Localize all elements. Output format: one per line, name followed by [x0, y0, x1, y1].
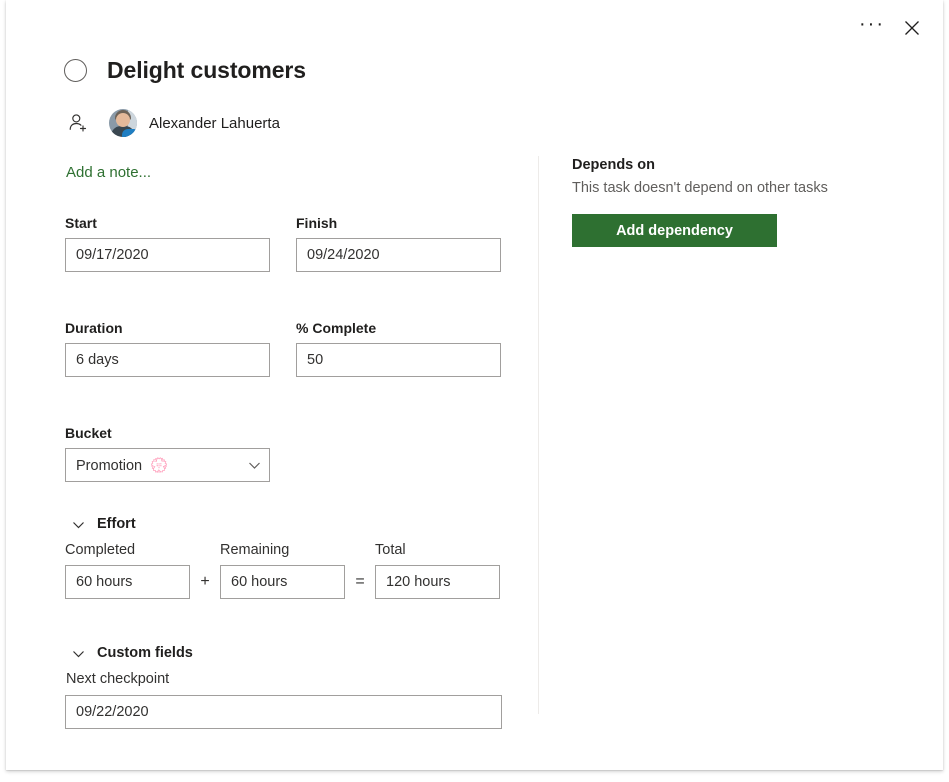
start-input[interactable] [65, 238, 270, 272]
ellipsis-icon: ··· [859, 13, 885, 35]
add-note-field[interactable]: Add a note... [66, 164, 151, 181]
effort-completed-label: Completed [65, 542, 136, 558]
finish-input[interactable] [296, 238, 501, 272]
duration-label: Duration [65, 320, 123, 336]
avatar-photo-face [116, 113, 130, 127]
next-checkpoint-label: Next checkpoint [66, 671, 170, 687]
start-label: Start [65, 215, 97, 231]
assignee-name: Alexander Lahuerta [149, 114, 280, 132]
effort-total-input[interactable] [375, 565, 500, 599]
grid-row-gap-b [270, 272, 296, 320]
percent-complete-label: % Complete [296, 320, 377, 336]
bucket-combobox[interactable] [65, 448, 270, 482]
bucket-label: Bucket [65, 425, 112, 441]
grid-spacer-4 [296, 425, 501, 482]
grid-spacer-3 [270, 425, 296, 482]
task-title-row: Delight customers [64, 57, 306, 84]
column-divider [538, 156, 539, 714]
grid-spacer-1 [270, 215, 296, 272]
effort-fields-row: Completed + Remaining = Total [65, 542, 505, 599]
effort-section-title: Effort [97, 516, 136, 532]
bucket-input[interactable] [65, 448, 270, 482]
grid-row-gap-f [296, 377, 501, 425]
close-button[interactable] [895, 12, 929, 44]
chevron-down-icon [71, 646, 85, 660]
effort-section: Effort Completed + Remaining = Total [65, 516, 505, 599]
grid-row-gap-a [65, 272, 270, 320]
effort-plus-operator: + [200, 573, 210, 590]
depends-on-title: Depends on [572, 157, 655, 173]
custom-field-row: Next checkpoint [65, 671, 505, 729]
close-icon [905, 21, 919, 35]
effort-remaining-group: Remaining [220, 542, 345, 599]
window-command-bar: ··· [855, 12, 929, 44]
grid-row-gap-d [65, 377, 270, 425]
start-field-group: Start [65, 215, 270, 272]
more-options-button[interactable]: ··· [855, 12, 889, 44]
avatar[interactable] [109, 109, 137, 137]
effort-completed-input[interactable] [65, 565, 190, 599]
task-fields-column: Start Finish Duration % Complete [65, 215, 505, 729]
custom-fields-section: Custom fields Next checkpoint [65, 645, 505, 729]
grid-row-gap-e [270, 377, 296, 425]
add-dependency-button[interactable]: Add dependency [572, 214, 777, 247]
task-details-dialog: ··· Delight customers Alexander Lahuerta… [6, 0, 943, 770]
date-fields-grid: Start Finish Duration % Complete [65, 215, 505, 482]
effort-equals-operator: = [355, 573, 365, 590]
next-checkpoint-input[interactable] [65, 695, 502, 729]
grid-spacer-2 [270, 320, 296, 377]
grid-row-gap-c [296, 272, 501, 320]
avatar-photo-shirt [122, 129, 137, 137]
percent-complete-input[interactable] [296, 343, 501, 377]
add-assignee-icon[interactable] [64, 109, 92, 137]
custom-fields-section-title: Custom fields [97, 645, 193, 661]
page-title: Delight customers [107, 57, 306, 83]
mark-complete-checkbox[interactable] [64, 59, 87, 82]
effort-remaining-label: Remaining [220, 542, 290, 558]
duration-input[interactable] [65, 343, 270, 377]
depends-on-panel: Depends on This task doesn't depend on o… [572, 157, 902, 247]
effort-section-header[interactable]: Effort [71, 516, 505, 532]
custom-fields-section-header[interactable]: Custom fields [71, 645, 505, 661]
effort-total-label: Total [375, 542, 406, 558]
finish-label: Finish [296, 215, 338, 231]
percent-complete-field-group: % Complete [296, 320, 501, 377]
duration-field-group: Duration [65, 320, 270, 377]
effort-remaining-input[interactable] [220, 565, 345, 599]
chevron-down-icon [71, 517, 85, 531]
effort-total-group: Total [375, 542, 500, 599]
effort-completed-group: Completed [65, 542, 190, 599]
depends-on-empty-message: This task doesn't depend on other tasks [572, 180, 828, 196]
assignees-row: Alexander Lahuerta [64, 109, 280, 137]
bucket-field-group: Bucket [65, 425, 270, 482]
finish-field-group: Finish [296, 215, 501, 272]
